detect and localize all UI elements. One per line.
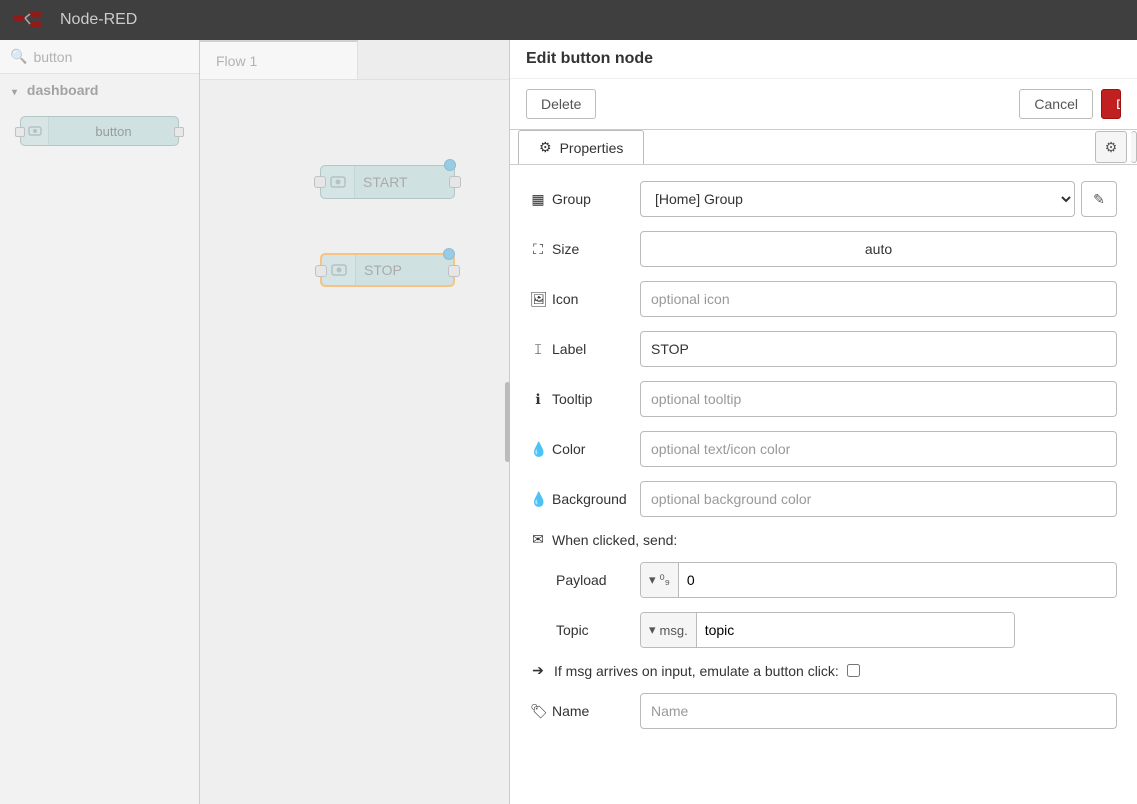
picture-icon: 🖼 (530, 291, 546, 308)
flow-canvas[interactable]: START STOP (200, 80, 509, 804)
edit-group-button[interactable]: ✎ (1081, 181, 1117, 217)
button-node-icon (321, 166, 355, 198)
num-type-icon: ⁰₉ (660, 572, 670, 588)
palette-panel: 🔍 ✕ ▾ dashboard button (0, 40, 200, 804)
properties-form: ▦ Group [Home] Group ✎ ⛶ Size 🖼 Icon 𝙸 Label… (510, 165, 1137, 804)
tray-resize-handle[interactable] (505, 382, 510, 462)
group-select[interactable]: [Home] Group (640, 181, 1075, 217)
tint-icon: 💧 (530, 491, 546, 508)
editor-tabs: ⚙ Properties ⚙ (510, 129, 1137, 165)
node-red-logo-icon (12, 11, 52, 29)
text-cursor-icon: 𝙸 (530, 341, 546, 358)
gear-icon: ⚙ (539, 139, 552, 156)
field-label: Size (552, 241, 579, 257)
done-button[interactable]: Done (1101, 89, 1121, 119)
node-port-left (15, 127, 25, 137)
tab-bar: Flow 1 (200, 40, 509, 80)
node-input-port[interactable] (315, 265, 327, 277)
field-label: Color (552, 441, 585, 457)
cancel-button[interactable]: Cancel (1019, 89, 1093, 119)
caret-down-icon: ▾ (649, 622, 656, 638)
field-label: Payload (556, 572, 607, 588)
node-label: START (355, 174, 454, 190)
label-input[interactable] (640, 331, 1117, 367)
palette-search[interactable]: 🔍 ✕ (0, 40, 199, 74)
section-when-clicked: ✉ When clicked, send: (530, 531, 1117, 548)
node-output-port[interactable] (449, 176, 461, 188)
caret-down-icon: ▾ (649, 572, 656, 588)
node-label: STOP (356, 262, 453, 278)
button-node-icon (322, 255, 356, 285)
tab-properties[interactable]: ⚙ Properties (518, 130, 644, 164)
tint-icon: 💧 (530, 441, 546, 458)
delete-button[interactable]: Delete (526, 89, 596, 119)
field-label: Label (552, 341, 586, 357)
node-input-port[interactable] (314, 176, 326, 188)
field-label: Name (552, 703, 589, 719)
palette-node-button[interactable]: button (20, 116, 179, 146)
editor-title: Edit button node (510, 40, 1137, 79)
field-label: Background (552, 491, 627, 507)
icon-input[interactable] (640, 281, 1117, 317)
section-text: When clicked, send: (552, 532, 677, 548)
flow-node-stop[interactable]: STOP (320, 253, 455, 287)
field-label: Group (552, 191, 591, 207)
tab-label: Properties (560, 140, 624, 156)
background-input[interactable] (640, 481, 1117, 517)
payload-type-selector[interactable]: ▾ ⁰₉ (641, 563, 679, 597)
emulate-click-row: ➔ If msg arrives on input, emulate a but… (530, 662, 1117, 679)
palette-search-input[interactable] (33, 49, 214, 65)
gear-icon: ⚙ (1105, 139, 1118, 156)
topic-input[interactable]: ▾ msg. (640, 612, 1015, 648)
editor-tray: Edit button node Delete Cancel Done ⚙ Pr… (509, 40, 1137, 804)
node-info-button[interactable] (1131, 131, 1137, 163)
field-label: Tooltip (552, 391, 592, 407)
app-header: Node-RED (0, 0, 1137, 40)
tab-label: Flow 1 (216, 53, 257, 69)
node-changed-dot-icon (443, 248, 455, 260)
field-label: Topic (556, 622, 589, 638)
msg-type-label: msg. (660, 623, 688, 638)
payload-value-input[interactable] (679, 563, 1116, 597)
emulate-label: If msg arrives on input, emulate a butto… (554, 663, 839, 679)
payload-input[interactable]: ▾ ⁰₉ (640, 562, 1117, 598)
size-input[interactable] (640, 231, 1117, 267)
node-settings-button[interactable]: ⚙ (1095, 131, 1127, 163)
topic-value-input[interactable] (697, 613, 1014, 647)
workspace: Flow 1 START STOP (200, 40, 509, 804)
node-port-right (174, 127, 184, 137)
emulate-click-checkbox[interactable] (847, 664, 860, 677)
node-changed-dot-icon (444, 159, 456, 171)
field-label: Icon (552, 291, 578, 307)
tooltip-input[interactable] (640, 381, 1117, 417)
color-input[interactable] (640, 431, 1117, 467)
palette-node-label: button (49, 124, 178, 139)
tag-icon: 🏷 (530, 703, 546, 720)
topic-type-selector[interactable]: ▾ msg. (641, 613, 697, 647)
name-input[interactable] (640, 693, 1117, 729)
flow-node-start[interactable]: START (320, 165, 455, 199)
arrow-right-icon: ➔ (530, 662, 546, 679)
palette-category-dashboard[interactable]: ▾ dashboard (0, 74, 199, 106)
pencil-icon: ✎ (1093, 191, 1105, 208)
info-icon: ℹ (530, 391, 546, 408)
button-node-icon (21, 117, 49, 145)
chevron-down-icon: ▾ (12, 87, 17, 98)
editor-actions: Delete Cancel Done (510, 79, 1137, 129)
tab-flow1[interactable]: Flow 1 (200, 40, 358, 79)
expand-icon: ⛶ (530, 241, 546, 258)
search-icon: 🔍 (10, 48, 27, 65)
grid-icon: ▦ (530, 191, 546, 208)
app-title: Node-RED (60, 11, 137, 29)
node-output-port[interactable] (448, 265, 460, 277)
envelope-icon: ✉ (530, 531, 546, 548)
category-label: dashboard (27, 82, 99, 98)
